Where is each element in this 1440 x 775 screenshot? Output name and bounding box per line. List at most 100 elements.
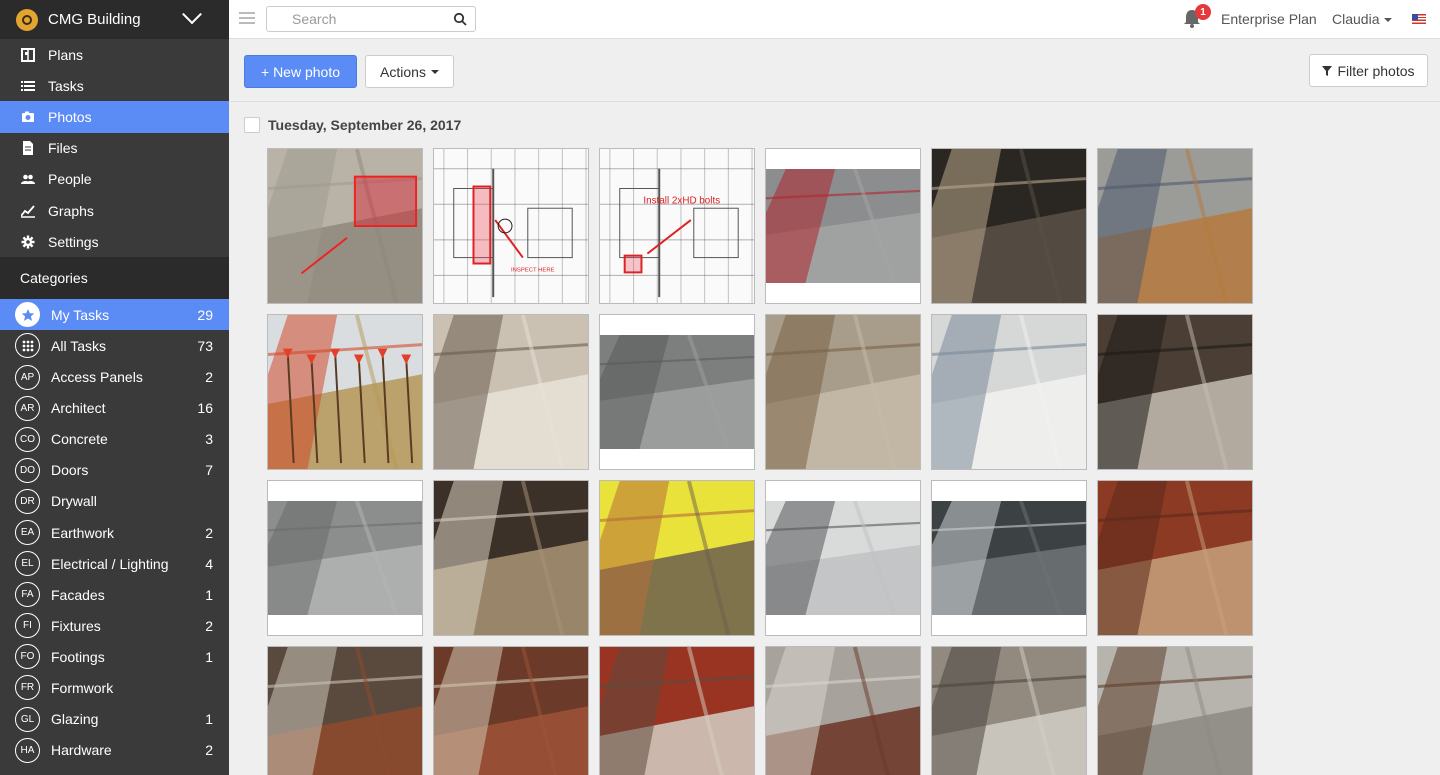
- category-item[interactable]: AR Architect 16: [0, 393, 229, 424]
- search-input[interactable]: [292, 11, 453, 27]
- photo-image: [434, 315, 588, 469]
- category-item[interactable]: AP Access Panels 2: [0, 362, 229, 393]
- category-badge: EL: [15, 551, 40, 577]
- user-name: Claudia: [1332, 11, 1380, 27]
- nav-item-label: People: [48, 171, 92, 188]
- category-badge: DO: [15, 457, 40, 483]
- photo-thumbnail[interactable]: [267, 480, 423, 636]
- photo-thumbnail[interactable]: [599, 314, 755, 470]
- photo-image: [932, 315, 1086, 469]
- filter-label: Filter photos: [1337, 62, 1415, 79]
- photo-image: [268, 149, 422, 303]
- search-box[interactable]: [266, 6, 476, 32]
- photo-image: [1098, 481, 1252, 635]
- category-count: 4: [205, 555, 213, 572]
- category-count: 3: [205, 431, 213, 448]
- photo-thumbnail[interactable]: [1097, 480, 1253, 636]
- photo-image: [766, 315, 920, 469]
- category-count: 2: [205, 617, 213, 634]
- category-label: Access Panels: [51, 369, 143, 386]
- photo-thumbnail[interactable]: [599, 480, 755, 636]
- photo-image: [434, 481, 588, 635]
- category-badge: FO: [15, 644, 40, 670]
- category-item[interactable]: GL Glazing 1: [0, 704, 229, 735]
- nav-item-graphs[interactable]: Graphs: [0, 195, 229, 226]
- categories-header: Categories: [0, 257, 229, 300]
- filter-photos-button[interactable]: Filter photos: [1309, 54, 1428, 87]
- category-label: Electrical / Lighting: [51, 555, 169, 572]
- user-menu[interactable]: Claudia: [1332, 11, 1393, 27]
- date-label: Tuesday, September 26, 2017: [268, 117, 462, 133]
- nav-item-plans[interactable]: Plans: [0, 39, 229, 70]
- category-count: 73: [197, 337, 213, 354]
- photo-thumbnail[interactable]: [931, 480, 1087, 636]
- category-item[interactable]: EA Earthwork 2: [0, 517, 229, 548]
- search-icon[interactable]: [453, 12, 467, 26]
- nav-item-label: Photos: [48, 108, 92, 125]
- nav-item-photos[interactable]: Photos: [0, 101, 229, 133]
- category-badge: FI: [15, 613, 40, 639]
- photo-thumbnail[interactable]: [267, 314, 423, 470]
- category-count: 29: [197, 306, 213, 323]
- photo-thumbnail[interactable]: [1097, 314, 1253, 470]
- plan-annotation: Install 2xHD bolts: [643, 195, 720, 206]
- category-item[interactable]: CO Concrete 3: [0, 424, 229, 455]
- category-badge: AR: [15, 395, 40, 421]
- people-icon: [20, 171, 36, 187]
- category-count: 1: [205, 711, 213, 728]
- photo-thumbnail[interactable]: Install 2xHD bolts: [599, 148, 755, 304]
- caret-down-icon: [1384, 18, 1393, 23]
- category-item[interactable]: FA Facades 1: [0, 579, 229, 610]
- photo-thumbnail[interactable]: [765, 480, 921, 636]
- scrollbar[interactable]: [1428, 102, 1440, 775]
- category-item[interactable]: FI Fixtures 2: [0, 610, 229, 641]
- photo-thumbnail[interactable]: [931, 646, 1087, 775]
- select-all-checkbox[interactable]: [244, 117, 260, 133]
- category-item[interactable]: FO Footings 1: [0, 641, 229, 672]
- category-badge: AP: [15, 364, 40, 390]
- photo-thumbnail[interactable]: [267, 148, 423, 304]
- category-item[interactable]: DR Drywall: [0, 486, 229, 517]
- category-item[interactable]: My Tasks 29: [0, 299, 229, 331]
- hamburger-icon[interactable]: [239, 12, 255, 24]
- nav-item-label: Settings: [48, 233, 99, 250]
- plan-link[interactable]: Enterprise Plan: [1221, 11, 1317, 27]
- photo-thumbnail[interactable]: [765, 314, 921, 470]
- category-label: Concrete: [51, 431, 108, 448]
- nav-item-files[interactable]: Files: [0, 133, 229, 164]
- category-count: 2: [205, 524, 213, 541]
- photo-thumbnail[interactable]: [1097, 646, 1253, 775]
- category-item[interactable]: HA Hardware 2: [0, 735, 229, 766]
- category-label: Hardware: [51, 742, 112, 759]
- photo-thumbnail[interactable]: [267, 646, 423, 775]
- actions-button[interactable]: Actions: [365, 55, 454, 88]
- photo-thumbnail[interactable]: [931, 148, 1087, 304]
- photo-image: [766, 647, 920, 775]
- us-flag-icon[interactable]: [1412, 14, 1426, 24]
- photo-thumbnail[interactable]: [1097, 148, 1253, 304]
- category-item[interactable]: FR Formwork: [0, 672, 229, 703]
- category-item[interactable]: EL Electrical / Lighting 4: [0, 548, 229, 579]
- photo-image: [600, 647, 754, 775]
- photo-thumbnail[interactable]: [433, 480, 589, 636]
- category-item[interactable]: DO Doors 7: [0, 455, 229, 486]
- photo-thumbnail[interactable]: [433, 314, 589, 470]
- project-switcher[interactable]: CMG Building: [0, 0, 229, 39]
- sidebar: CMG Building Plans Tasks Photos Files People…: [0, 0, 229, 775]
- hardhat-icon: [16, 8, 38, 31]
- category-item[interactable]: All Tasks 73: [0, 330, 229, 361]
- photo-thumbnail[interactable]: [599, 646, 755, 775]
- photo-thumbnail[interactable]: [765, 646, 921, 775]
- nav-item-settings[interactable]: Settings: [0, 226, 229, 257]
- category-badge: FR: [15, 675, 40, 701]
- nav-item-tasks[interactable]: Tasks: [0, 70, 229, 101]
- photo-image: [600, 481, 754, 635]
- photo-thumbnail[interactable]: [433, 646, 589, 775]
- photo-thumbnail[interactable]: [765, 148, 921, 304]
- chevron-down-icon[interactable]: [182, 3, 202, 24]
- photo-thumbnail[interactable]: INSPECT HERE: [433, 148, 589, 304]
- new-photo-button[interactable]: + New photo: [244, 55, 357, 88]
- main-nav: Plans Tasks Photos Files People Graphs Setting…: [0, 39, 229, 257]
- photo-thumbnail[interactable]: [931, 314, 1087, 470]
- nav-item-people[interactable]: People: [0, 164, 229, 195]
